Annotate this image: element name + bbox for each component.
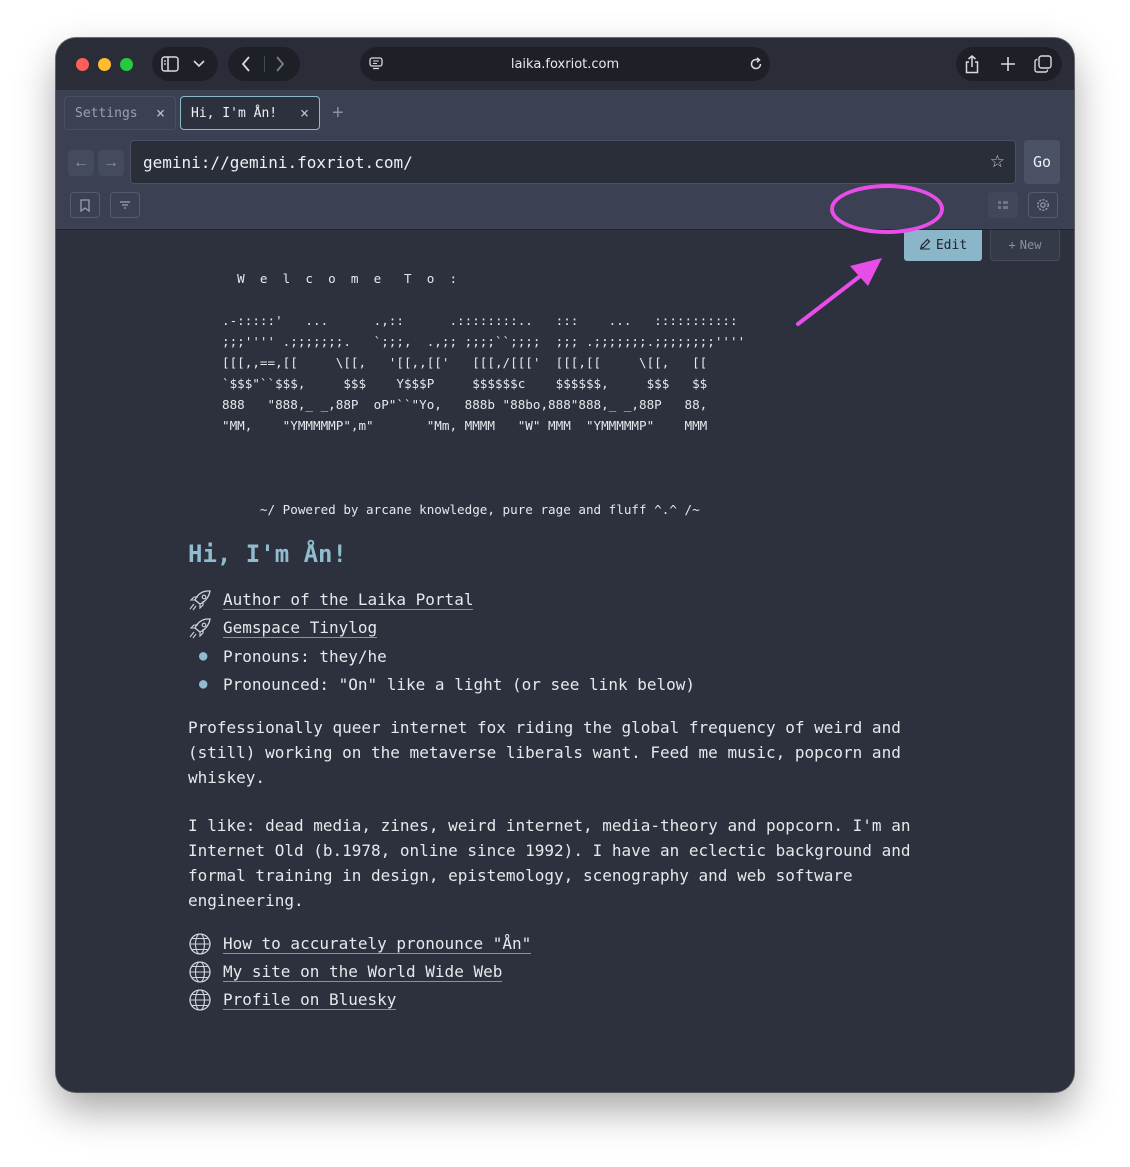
close-icon[interactable]: × [300,104,309,122]
pronounce-link[interactable]: How to accurately pronounce "Ån" [223,934,532,954]
url-bar: ← → ☆ Go [56,138,1074,184]
share-icon[interactable] [962,54,982,74]
page-menu-icon[interactable] [368,56,384,72]
tab-settings[interactable]: Settings × [64,96,176,130]
bio-paragraph: Professionally queer internet fox riding… [188,718,901,787]
safari-nav-group [228,47,300,81]
safari-address-text: laika.foxriot.com [510,56,620,72]
list-item: Author of the Laika Portal [188,586,948,614]
page-heading: Hi, I'm Ån! [188,540,347,568]
rocket-icon [188,617,223,639]
star-icon[interactable]: ☆ [990,152,1005,172]
safari-right-group [956,47,1062,81]
layout-icon[interactable] [988,192,1018,218]
tab-label: Settings [75,105,138,121]
list-item: How to accurately pronounce "Ån" [188,930,948,958]
page-content: Edit + New W e l c o m e T o : .-:::::' … [56,230,1074,1092]
safari-address-bar[interactable]: laika.foxriot.com [360,47,770,81]
new-button[interactable]: + New [990,230,1060,261]
edit-button[interactable]: Edit [904,230,982,261]
website-link[interactable]: My site on the World Wide Web [223,962,503,982]
bullet-icon: ● [199,676,208,692]
back-icon[interactable] [238,56,254,72]
tab-label: Hi, I'm Ån! [191,105,278,121]
globe-icon [188,932,223,956]
list-item: My site on the World Wide Web [188,958,948,986]
reload-icon[interactable] [748,56,764,72]
bookmark-icon[interactable] [70,192,100,218]
window-maximize-button[interactable] [120,58,133,71]
pronouns-text: Pronouns: they/he [223,646,387,666]
go-button[interactable]: Go [1024,140,1060,184]
list-item: ● Pronounced: "On" like a light (or see … [188,670,948,698]
list-item: Profile on Bluesky [188,986,948,1014]
back-arrow-icon[interactable]: ← [68,150,94,176]
window-minimize-button[interactable] [98,58,111,71]
link-list: How to accurately pronounce "Ån" My site… [188,930,948,1014]
list-item: Gemspace Tinylog [188,614,948,642]
rocket-icon [188,589,223,611]
tab-home[interactable]: Hi, I'm Ån! × [180,96,320,130]
annotation-arrow [796,258,882,326]
add-tab-icon[interactable]: + [332,102,344,125]
pencil-icon [919,238,931,254]
new-label: New [1019,238,1042,252]
filter-icon[interactable] [110,192,140,218]
tab-overview-icon[interactable] [1034,55,1052,73]
edit-label: Edit [935,238,968,253]
welcome-ascii-art: W e l c o m e T o : .-:::::' ... .,:: .:… [222,271,746,517]
sidebar-toggle-group [152,47,218,81]
safari-titlebar: laika.foxriot.com [56,38,1074,90]
window-close-button[interactable] [76,58,89,71]
bluesky-link[interactable]: Profile on Bluesky [223,990,397,1010]
intro-list: Author of the Laika Portal Gemspace Tiny… [188,586,948,698]
globe-icon [188,960,223,984]
bullet-icon: ● [199,648,208,664]
laika-portal-link[interactable]: Author of the Laika Portal [223,590,474,610]
chevron-down-icon[interactable] [192,57,206,71]
annotation-highlight-circle [830,184,944,234]
new-tab-icon[interactable] [999,55,1017,73]
close-icon[interactable]: × [156,104,165,122]
sidebar-icon[interactable] [161,55,179,73]
forward-icon[interactable] [272,56,288,72]
gear-icon[interactable] [1028,192,1058,218]
tab-strip: Settings × Hi, I'm Ån! × + [56,90,1074,138]
pronunciation-text: Pronounced: "On" like a light (or see li… [223,674,696,694]
list-item: ● Pronouns: they/he [188,642,948,670]
interests-paragraph: I like: dead media, zines, weird interne… [188,816,911,910]
plus-icon: + [1008,238,1016,252]
forward-arrow-icon[interactable]: → [98,150,124,176]
url-field: ☆ [130,140,1016,184]
globe-icon [188,988,223,1012]
tinylog-link[interactable]: Gemspace Tinylog [223,618,378,638]
url-input[interactable] [143,152,963,172]
